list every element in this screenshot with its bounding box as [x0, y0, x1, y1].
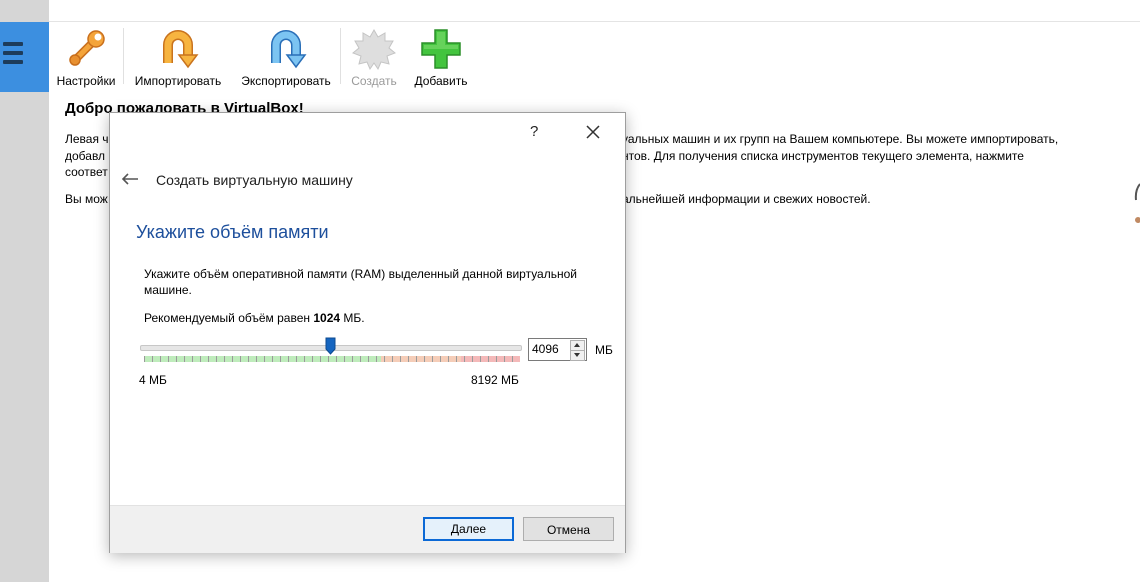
add-plus-icon [421, 29, 461, 69]
add-label: Добавить [414, 74, 468, 88]
page-heading: Укажите объём памяти [136, 222, 329, 242]
recommended-prefix: Рекомендуемый объём равен [144, 311, 314, 325]
memory-unit: МБ [595, 343, 613, 357]
recommended-memory-text: Рекомендуемый объём равен 1024 МБ. [144, 311, 365, 325]
main-toolbar: Настройки Импортировать Экспортировать С… [49, 22, 475, 92]
import-label: Импортировать [134, 74, 222, 88]
export-button[interactable]: Экспортировать [232, 22, 340, 92]
hamburger-menu-icon[interactable] [3, 42, 23, 70]
welcome-text-left-3: соответ [65, 165, 108, 179]
slider-handle[interactable] [325, 337, 336, 355]
welcome-text-left-1: Левая ч [65, 132, 109, 146]
export-icon [271, 30, 307, 69]
memory-slider[interactable] [138, 335, 526, 367]
recommended-suffix: МБ. [340, 311, 365, 325]
memory-spinbox[interactable]: 4096 [528, 338, 587, 361]
help-button[interactable]: ? [530, 123, 538, 140]
settings-label: Настройки [56, 74, 116, 88]
close-icon[interactable] [582, 121, 604, 143]
create-starburst-icon [352, 28, 396, 71]
spin-down-arrow-icon[interactable] [570, 350, 585, 361]
memory-description: Укажите объём оперативной памяти (RAM) в… [144, 267, 577, 297]
memory-value[interactable]: 4096 [532, 342, 559, 356]
import-button[interactable]: Импортировать [124, 22, 232, 92]
export-label: Экспортировать [241, 74, 331, 88]
welcome-illustration-edge [1134, 183, 1140, 223]
next-button[interactable]: Далее [423, 517, 514, 541]
slider-max-label: 8192 МБ [471, 373, 519, 387]
import-icon [163, 30, 199, 69]
welcome-text-right-3: альнейшей информации и свежих новостей. [622, 192, 871, 206]
welcome-text-left-4: Вы мож [65, 192, 108, 206]
create-button[interactable]: Создать [341, 22, 407, 92]
slider-min-label: 4 МБ [139, 373, 167, 387]
dialog-footer: Далее Отмена [110, 505, 625, 553]
back-arrow-icon[interactable] [120, 171, 140, 187]
welcome-text-right-1: уальных машин и их групп на Вашем компью… [622, 132, 1059, 146]
dialog-title: Создать виртуальную машину [156, 172, 353, 188]
recommended-value: 1024 [313, 311, 341, 325]
welcome-text-left-2: добавл [65, 149, 106, 163]
cancel-button[interactable]: Отмена [523, 517, 614, 541]
welcome-text-right-2: нтов. Для получения списка инструментов … [622, 149, 1024, 163]
slider-ticks [144, 356, 513, 362]
add-button[interactable]: Добавить [407, 22, 475, 92]
create-vm-dialog: ? Создать виртуальную машину Укажите объ… [109, 112, 626, 553]
settings-button[interactable]: Настройки [49, 22, 123, 92]
create-label: Создать [351, 74, 397, 88]
settings-icon [69, 30, 105, 66]
